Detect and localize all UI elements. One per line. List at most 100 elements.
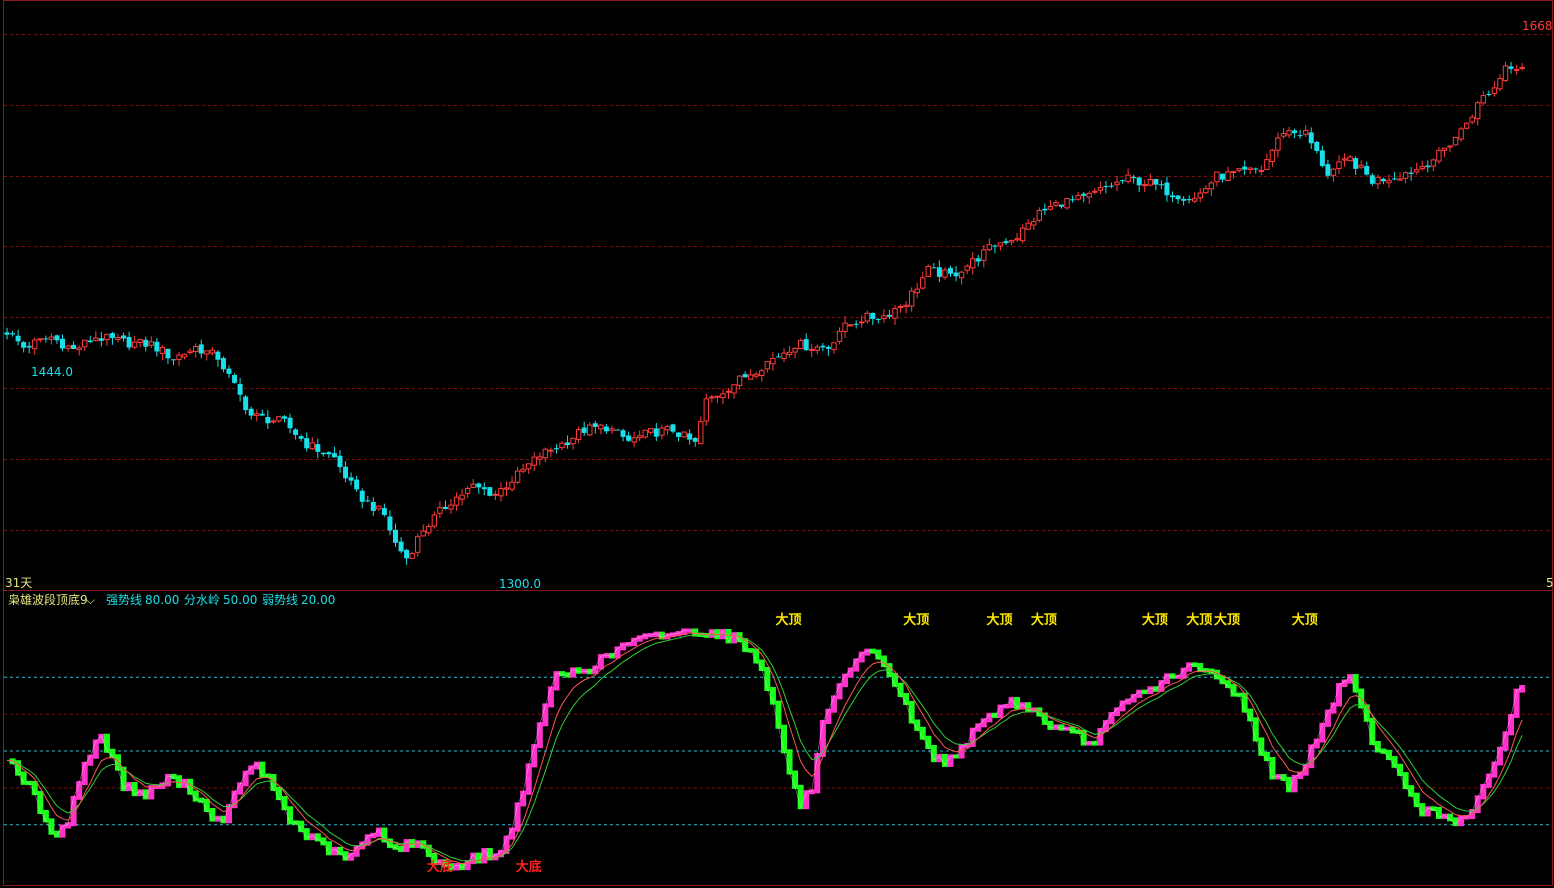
candle-body: [659, 427, 665, 436]
candle-body: [1125, 174, 1131, 182]
candle-body: [109, 333, 115, 339]
candle-body: [1253, 168, 1259, 170]
candle-body: [920, 277, 926, 289]
candle-body: [1286, 130, 1292, 136]
candle-body: [1036, 210, 1042, 221]
candle-body: [448, 504, 454, 510]
candle-body: [1447, 145, 1453, 148]
candle-body: [1042, 208, 1048, 211]
candle-body: [886, 314, 892, 317]
oscillator-bar: [1136, 689, 1143, 698]
candle-body: [1236, 168, 1242, 171]
candle-body: [54, 335, 60, 341]
candle-body: [1153, 179, 1159, 185]
indicator-legend: 枭雄波段顶底9 ⌵ 强势线 80.00 分水岭 50.00 弱势线 20.00: [8, 592, 335, 607]
candle-body: [748, 374, 754, 380]
candle-body: [1486, 93, 1492, 95]
oscillator-bar: [975, 723, 982, 732]
candle-body: [609, 428, 615, 431]
candle-body: [676, 432, 682, 437]
indicator-name[interactable]: 枭雄波段顶底9: [8, 592, 88, 607]
candle-body: [908, 290, 915, 307]
candle-body: [254, 413, 260, 416]
candle-body: [1103, 186, 1109, 188]
candle-body: [492, 493, 499, 496]
candle-body: [193, 346, 199, 352]
candle-body: [1208, 182, 1215, 190]
candle-body: [997, 242, 1004, 247]
candle-body: [1397, 178, 1403, 181]
oscillator-bar: [348, 852, 355, 861]
candle-body: [304, 438, 310, 449]
oscillator-bar: [1513, 688, 1520, 718]
candle-body: [393, 529, 398, 543]
candle-body: [1214, 171, 1220, 183]
candle-body: [820, 345, 826, 348]
oscillator-bar: [1025, 702, 1032, 713]
candle-body: [981, 249, 987, 261]
candle-body: [1402, 172, 1409, 179]
candle-body: [1264, 159, 1270, 170]
candle-body: [1230, 171, 1237, 174]
candle-body: [376, 505, 382, 510]
candle-body: [1014, 238, 1020, 241]
candle-body: [615, 429, 620, 431]
candle-body: [1280, 133, 1287, 137]
candle-body: [1308, 132, 1314, 144]
candle-body: [847, 324, 854, 327]
candle-body: [148, 341, 155, 346]
oscillator-bar: [531, 744, 538, 768]
candle-body: [43, 338, 49, 340]
candle-body: [942, 269, 948, 278]
candle-body: [598, 424, 604, 430]
candle-body: [764, 361, 771, 370]
candle-body: [975, 258, 981, 262]
top-signal-label: 大顶: [776, 612, 802, 628]
candle-body: [15, 335, 21, 342]
oscillator-bar: [1308, 744, 1315, 769]
oscillator-bar: [320, 837, 327, 846]
candle-body: [243, 396, 249, 411]
candle-body: [1430, 159, 1437, 167]
candle-body: [520, 468, 526, 472]
candle-body: [21, 342, 27, 348]
oscillator-bar: [570, 667, 577, 678]
candle-body: [370, 501, 376, 511]
candle-body: [1369, 175, 1375, 184]
candle-body: [1425, 165, 1431, 168]
candle-body: [1092, 190, 1098, 193]
candle-body: [892, 308, 898, 319]
candle-body: [259, 413, 265, 416]
candle-body: [970, 258, 976, 269]
candle-body: [453, 496, 460, 506]
oscillator-bar: [797, 784, 804, 810]
candle-body: [1497, 78, 1503, 90]
candle-body: [1242, 166, 1248, 170]
candle-body: [481, 487, 487, 490]
candle-body: [1491, 87, 1498, 94]
candle-body: [409, 552, 415, 559]
top-signal-label: 大顶: [903, 612, 929, 628]
candle-body: [986, 244, 993, 251]
oscillator-bar: [1163, 673, 1170, 685]
candle-body: [1181, 198, 1187, 201]
period-label: 31天: [5, 576, 32, 590]
chevron-down-icon[interactable]: ⌵: [86, 593, 95, 607]
oscillator-bar: [1424, 806, 1431, 817]
candle-body: [1408, 172, 1414, 174]
candle-body: [1158, 184, 1164, 186]
candle-body: [470, 483, 476, 489]
candle-body: [293, 429, 299, 435]
oscillator-bar: [331, 846, 338, 856]
candle-body: [442, 506, 448, 510]
candle-body: [931, 267, 937, 269]
candle-body: [1170, 195, 1175, 198]
candle-body: [725, 390, 732, 393]
candle-body: [320, 452, 326, 455]
candle-body: [1120, 180, 1126, 182]
candle-body: [958, 271, 965, 279]
candle-body: [426, 525, 432, 534]
candle-body: [537, 456, 543, 460]
candle-body: [903, 304, 909, 308]
candle-body: [1297, 135, 1303, 137]
